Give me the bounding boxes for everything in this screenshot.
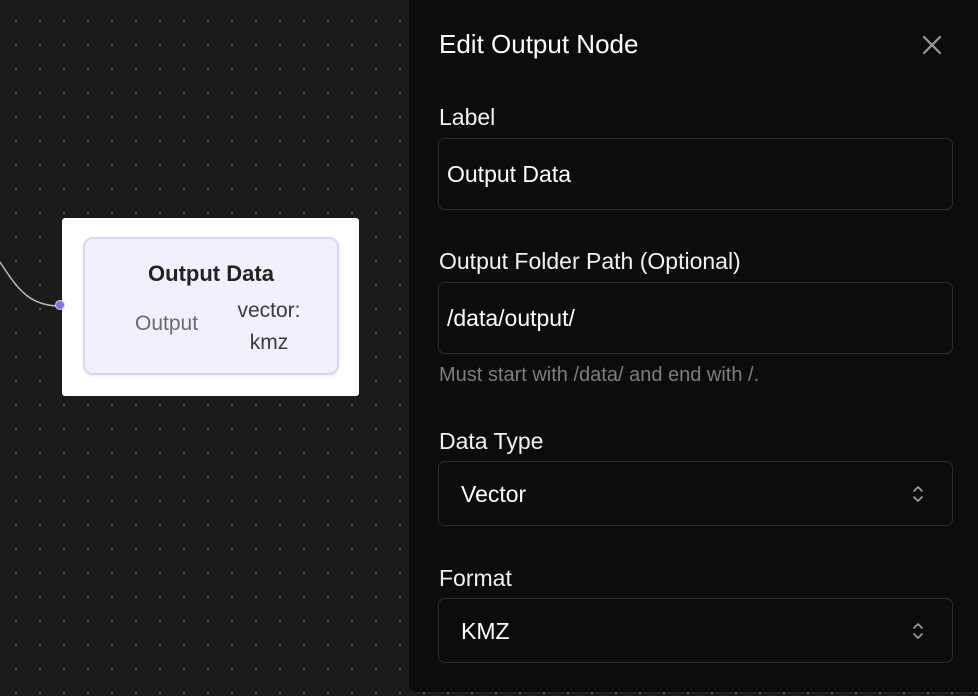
label-input[interactable] — [438, 138, 953, 210]
panel-title: Edit Output Node — [439, 29, 639, 59]
output-node-body[interactable]: Output Data Output vector: kmz — [83, 237, 339, 375]
output-folder-path-hint: Must start with /data/ and end with /. — [439, 364, 760, 386]
close-button[interactable] — [918, 31, 946, 59]
output-folder-path-label: Output Folder Path (Optional) — [439, 248, 741, 274]
format-label: Format — [439, 565, 512, 591]
data-type-label: Data Type — [439, 428, 544, 454]
chevron-up-down-icon — [913, 486, 923, 502]
node-input-handle[interactable] — [55, 300, 65, 310]
output-node[interactable]: Output Data Output vector: kmz — [62, 218, 359, 396]
node-output-label: Output — [135, 312, 199, 335]
edit-node-panel: Edit Output Node Label Output Folder Pat… — [409, 0, 978, 692]
chevron-up-down-icon — [913, 623, 923, 639]
output-folder-path-input[interactable] — [438, 282, 953, 354]
close-icon — [922, 35, 942, 55]
data-type-select[interactable]: Vector — [438, 461, 953, 526]
data-type-value: Vector — [461, 481, 527, 507]
node-format-label: vector: kmz — [237, 299, 301, 354]
node-title: Output Data — [148, 261, 274, 286]
format-select[interactable]: KMZ — [438, 598, 953, 663]
format-value: KMZ — [461, 618, 510, 644]
label-field-label: Label — [439, 104, 496, 130]
